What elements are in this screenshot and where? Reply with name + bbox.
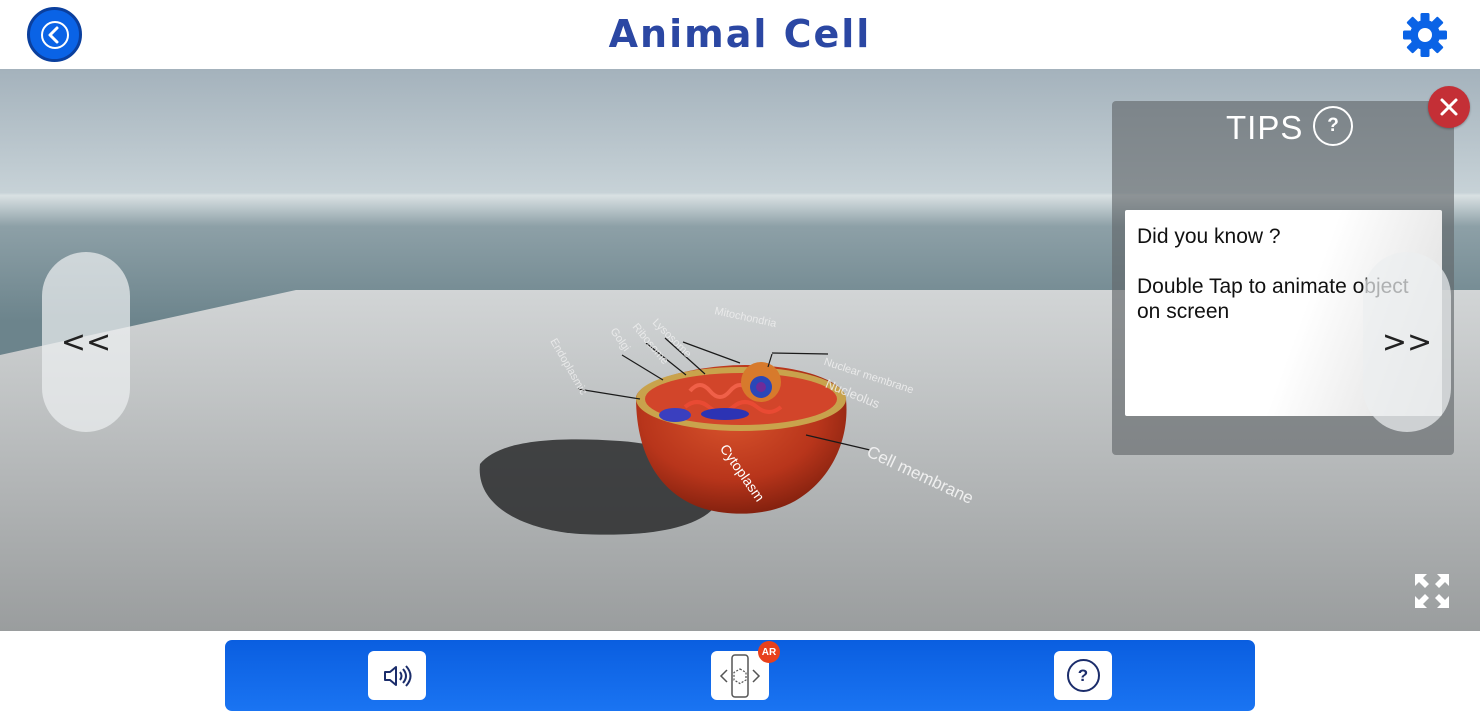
ar-badge: AR [758,641,780,663]
settings-button[interactable] [1400,10,1450,60]
ar-phone-icon [719,653,761,698]
close-icon [1440,98,1458,116]
tips-close-button[interactable] [1428,86,1470,128]
model-viewport[interactable]: Endoplasmic Golgi Ribosome Lysosome Mito… [0,69,1480,631]
help-icon: ? [1066,659,1100,692]
app-screen: Animal Cell Endoplasmic Golgi Ribosome L… [0,0,1480,720]
expand-icon [1415,574,1449,608]
tips-title: TIPS [1226,109,1304,146]
sound-button[interactable] [368,651,426,700]
tips-line-1: Did you know ? [1137,225,1281,248]
help-button[interactable]: ? [1054,651,1112,700]
previous-button[interactable]: << [42,252,130,432]
header-bar: Animal Cell [0,0,1480,69]
gear-icon [1403,13,1447,57]
page-title: Animal Cell [608,12,872,56]
bottom-toolbar: AR ? [225,640,1255,711]
next-button[interactable]: >> [1363,252,1451,432]
tips-help-button[interactable]: ? [1313,106,1353,146]
fullscreen-button[interactable] [1413,572,1451,610]
speaker-icon [384,664,412,687]
